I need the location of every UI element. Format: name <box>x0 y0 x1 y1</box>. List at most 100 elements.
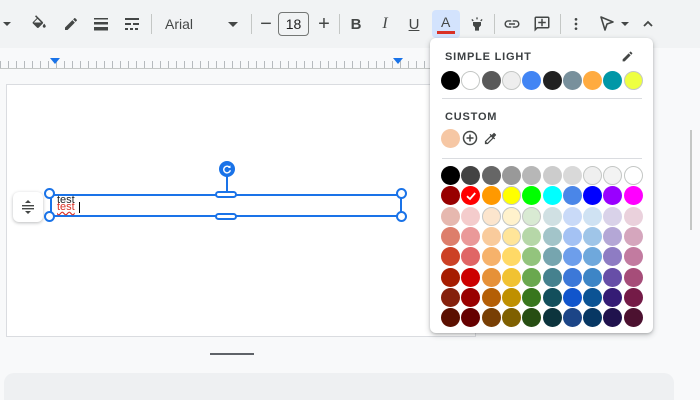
eyedropper-icon[interactable] <box>481 129 499 147</box>
comment-icon[interactable] <box>529 10 555 38</box>
speaker-notes-resize-handle[interactable] <box>210 353 254 355</box>
color-swatch[interactable] <box>461 166 481 185</box>
underline-button[interactable]: U <box>402 10 426 38</box>
edit-theme-pencil-icon[interactable] <box>619 48 635 64</box>
color-swatch[interactable] <box>603 267 623 287</box>
color-swatch[interactable] <box>481 166 501 185</box>
color-swatch[interactable] <box>603 226 623 246</box>
color-swatch[interactable] <box>542 267 562 287</box>
color-swatch[interactable] <box>461 206 481 226</box>
color-swatch-selected[interactable] <box>461 186 481 206</box>
color-swatch[interactable] <box>481 247 501 267</box>
color-swatch[interactable] <box>603 186 623 206</box>
chevron-down-icon[interactable] <box>0 10 14 38</box>
theme-color-swatch[interactable] <box>501 71 521 90</box>
color-swatch[interactable] <box>461 267 481 287</box>
color-swatch[interactable] <box>583 308 603 328</box>
color-swatch[interactable] <box>481 267 501 287</box>
color-swatch[interactable] <box>522 287 542 307</box>
color-swatch[interactable] <box>461 287 481 307</box>
color-swatch[interactable] <box>481 308 501 328</box>
color-swatch[interactable] <box>501 166 521 185</box>
font-size-input[interactable]: 18 <box>278 12 309 36</box>
custom-color-swatch[interactable] <box>441 129 460 148</box>
theme-color-swatch[interactable] <box>623 71 643 90</box>
theme-color-swatch[interactable] <box>562 71 582 90</box>
color-swatch[interactable] <box>441 287 460 307</box>
resize-handle-top-left[interactable] <box>44 188 55 199</box>
theme-color-swatch[interactable] <box>542 71 562 90</box>
text-color-button[interactable]: A <box>432 10 460 38</box>
highlighter-icon[interactable] <box>465 10 489 38</box>
color-swatch[interactable] <box>542 186 562 206</box>
scrollbar-thumb[interactable] <box>690 130 692 230</box>
add-custom-color-icon[interactable] <box>461 129 479 147</box>
color-swatch[interactable] <box>603 247 623 267</box>
color-swatch[interactable] <box>522 308 542 328</box>
color-swatch[interactable] <box>441 308 460 328</box>
color-swatch[interactable] <box>501 247 521 267</box>
border-weight-icon[interactable] <box>88 10 114 38</box>
italic-button[interactable]: I <box>373 10 397 38</box>
color-swatch[interactable] <box>542 287 562 307</box>
text-line-2[interactable]: test <box>57 202 75 213</box>
color-swatch[interactable] <box>461 247 481 267</box>
font-family-select[interactable]: Arial <box>156 10 246 38</box>
color-swatch[interactable] <box>441 166 460 185</box>
color-swatch[interactable] <box>481 186 501 206</box>
color-swatch[interactable] <box>441 267 460 287</box>
color-swatch[interactable] <box>583 287 603 307</box>
theme-color-swatch[interactable] <box>583 71 603 90</box>
minus-icon[interactable]: − <box>256 10 276 38</box>
color-swatch[interactable] <box>583 247 603 267</box>
vertical-align-button[interactable] <box>13 192 43 222</box>
color-swatch[interactable] <box>562 247 582 267</box>
color-swatch[interactable] <box>562 166 582 185</box>
color-swatch[interactable] <box>501 206 521 226</box>
color-swatch[interactable] <box>623 287 643 307</box>
color-swatch[interactable] <box>603 166 623 185</box>
bold-button[interactable]: B <box>344 10 368 38</box>
color-swatch[interactable] <box>441 247 460 267</box>
color-swatch[interactable] <box>562 287 582 307</box>
color-swatch[interactable] <box>542 226 562 246</box>
resize-handle-top[interactable] <box>215 191 237 198</box>
resize-handle-bottom-right[interactable] <box>396 211 407 222</box>
color-swatch[interactable] <box>501 287 521 307</box>
color-swatch[interactable] <box>583 226 603 246</box>
select-pointer-icon[interactable] <box>596 10 632 38</box>
color-swatch[interactable] <box>522 226 542 246</box>
color-swatch[interactable] <box>562 226 582 246</box>
color-swatch[interactable] <box>583 166 603 185</box>
color-swatch[interactable] <box>501 226 521 246</box>
plus-icon[interactable]: + <box>314 10 334 38</box>
color-swatch[interactable] <box>623 247 643 267</box>
color-swatch[interactable] <box>441 186 460 206</box>
chevron-up-icon[interactable] <box>638 10 658 38</box>
color-swatch[interactable] <box>522 166 542 185</box>
color-swatch[interactable] <box>583 267 603 287</box>
vertical-scrollbar[interactable] <box>688 90 700 350</box>
color-swatch[interactable] <box>542 308 562 328</box>
color-swatch[interactable] <box>603 308 623 328</box>
color-swatch[interactable] <box>603 206 623 226</box>
resize-handle-bottom-left[interactable] <box>44 211 55 222</box>
border-dash-icon[interactable] <box>119 10 145 38</box>
theme-color-swatch[interactable] <box>461 71 481 90</box>
rotate-handle[interactable] <box>219 161 235 177</box>
color-swatch[interactable] <box>562 267 582 287</box>
color-swatch[interactable] <box>562 186 582 206</box>
theme-color-swatch[interactable] <box>481 71 501 90</box>
color-swatch[interactable] <box>562 206 582 226</box>
color-swatch[interactable] <box>501 308 521 328</box>
link-icon[interactable] <box>499 10 525 38</box>
color-swatch[interactable] <box>501 186 521 206</box>
color-swatch[interactable] <box>461 226 481 246</box>
color-swatch[interactable] <box>542 247 562 267</box>
theme-color-swatch[interactable] <box>603 71 623 90</box>
more-vert-icon[interactable] <box>566 10 586 38</box>
color-swatch[interactable] <box>623 166 643 185</box>
color-swatch[interactable] <box>623 267 643 287</box>
color-swatch[interactable] <box>542 206 562 226</box>
color-swatch[interactable] <box>481 287 501 307</box>
